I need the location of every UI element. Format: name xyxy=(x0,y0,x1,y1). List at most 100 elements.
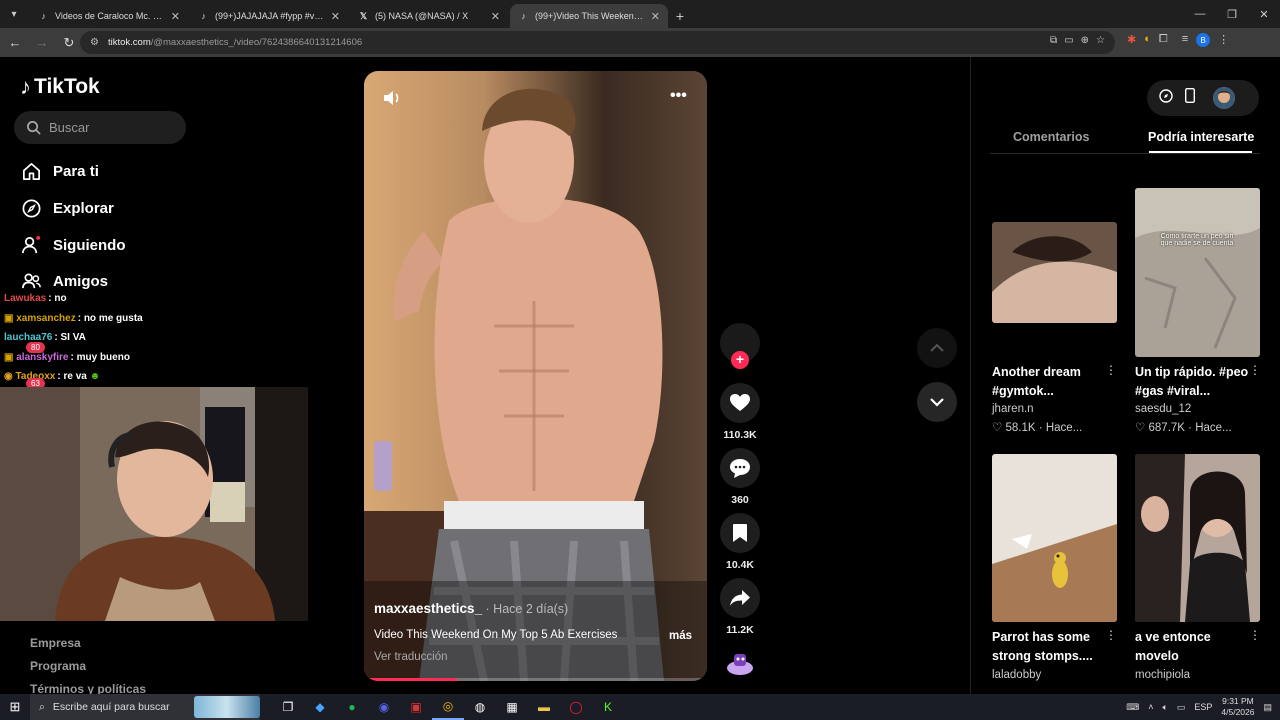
card-user[interactable]: jharen.n xyxy=(992,403,1034,415)
task-view-icon[interactable]: ❐ xyxy=(272,694,304,720)
card-title[interactable]: a ve entonce movelo xyxy=(1135,628,1245,666)
card-title[interactable]: Another dream #gymtok... xyxy=(992,363,1102,401)
sidebar-item-para-ti[interactable]: Para ti xyxy=(20,160,99,182)
media-icon[interactable]: ≡ xyxy=(1182,33,1188,47)
clock[interactable]: 9:31 PM 4/5/2026 xyxy=(1221,696,1254,718)
share-action[interactable]: 11.2K xyxy=(720,578,760,636)
video-thumbnail[interactable] xyxy=(1135,454,1260,622)
discord-icon[interactable]: ◉ xyxy=(368,694,400,720)
footer-link-empresa[interactable]: Empresa xyxy=(30,636,81,650)
next-video-button[interactable] xyxy=(917,382,957,422)
tab-comentarios[interactable]: Comentarios xyxy=(1013,130,1089,144)
cast-icon[interactable]: ▭ xyxy=(1064,35,1073,46)
opera-icon[interactable]: ◯ xyxy=(560,694,592,720)
like-action[interactable]: 110.3K xyxy=(720,383,760,441)
avatar[interactable] xyxy=(1213,87,1235,109)
chevron-up-icon[interactable]: ˄ xyxy=(1148,702,1153,712)
forward-icon[interactable]: → xyxy=(30,31,54,55)
obs-icon[interactable]: ◍ xyxy=(464,694,496,720)
close-icon[interactable]: ✕ xyxy=(331,10,340,23)
more-options-icon[interactable]: ⋮ xyxy=(1105,628,1117,642)
heart-icon[interactable] xyxy=(720,383,760,423)
search-icon xyxy=(27,121,41,135)
chat-text: : muy bueno xyxy=(70,351,130,363)
volume-icon[interactable]: 🔈︎ xyxy=(1162,702,1167,713)
video-thumbnail[interactable]: Como tirarte un peo sin que nadie se de … xyxy=(1135,188,1260,357)
close-icon[interactable]: ✕ xyxy=(171,10,180,23)
previous-video-button[interactable] xyxy=(917,328,957,368)
more-options-icon[interactable]: ••• xyxy=(670,87,687,105)
card-user[interactable]: laladobby xyxy=(992,669,1041,681)
browser-tab[interactable]: ♪ Videos de Caraloco Mc. (@cara ✕ xyxy=(30,4,188,28)
follow-plus-button[interactable]: + xyxy=(731,351,749,369)
new-tab-button[interactable]: + xyxy=(668,4,692,28)
spotify-icon[interactable]: ● xyxy=(336,694,368,720)
volume-icon[interactable] xyxy=(382,89,402,112)
card-user[interactable]: mochipiola xyxy=(1135,669,1190,681)
site-info-icon[interactable]: ⚙ xyxy=(90,37,99,48)
chrome-icon[interactable]: ◎ xyxy=(432,694,464,720)
profile-avatar[interactable]: B xyxy=(1196,33,1211,47)
menu-icon[interactable]: ⋮ xyxy=(1218,33,1229,47)
puzzle-icon[interactable]: ⧠ xyxy=(1159,33,1168,47)
kick-icon[interactable]: K xyxy=(592,694,624,720)
search-input[interactable] xyxy=(49,120,179,135)
address-bar[interactable]: ⚙ tiktok.com/@maxxaesthetics_/video/7624… xyxy=(80,31,1115,54)
search-box[interactable] xyxy=(14,111,186,144)
extension-icon[interactable]: ✱ xyxy=(1127,33,1136,47)
more-button[interactable]: más xyxy=(669,630,692,642)
sidebar-item-siguiendo[interactable]: Siguiendo xyxy=(20,234,126,256)
compass-icon[interactable] xyxy=(1159,88,1173,108)
windows-start-icon[interactable]: ⊞ xyxy=(0,699,30,715)
comment-icon[interactable] xyxy=(720,448,760,488)
close-icon[interactable]: ✕ xyxy=(491,10,500,23)
app-icon[interactable]: ▣ xyxy=(400,694,432,720)
video-thumbnail[interactable] xyxy=(992,454,1117,622)
browser-tab[interactable]: ♪ (99+)JAJAJAJA #fypp #viral #p ✕ xyxy=(190,4,348,28)
tab-podria-interesarte[interactable]: Podría interesarte xyxy=(1148,130,1280,144)
close-icon[interactable]: ✕ xyxy=(651,10,660,23)
restore-icon[interactable]: ❐ xyxy=(1216,0,1248,28)
folder-icon[interactable]: ▬ xyxy=(528,694,560,720)
tiktok-logo[interactable]: ♪ TikTok xyxy=(20,74,100,100)
translate-link[interactable]: Ver traducción xyxy=(374,651,448,663)
tab-search-button[interactable]: ▾ xyxy=(0,0,28,28)
footer-link-programa[interactable]: Programa xyxy=(30,659,86,673)
video-author[interactable]: maxxaesthetics_ · Hace 2 día(s) xyxy=(374,601,568,616)
back-icon[interactable]: ← xyxy=(3,31,27,55)
save-action[interactable]: 10.4K xyxy=(720,513,760,571)
minimize-icon[interactable]: — xyxy=(1184,0,1216,28)
language-indicator[interactable]: ESP xyxy=(1194,702,1212,712)
browser-tab-active[interactable]: ♪ (99+)Video This Weekend On M ✕ xyxy=(510,4,668,28)
card-title[interactable]: Parrot has some strong stomps.... xyxy=(992,628,1102,666)
capcut-icon[interactable]: ▦ xyxy=(496,694,528,720)
mobile-icon[interactable] xyxy=(1184,87,1196,108)
browser-tab[interactable]: 𝕏 (5) NASA (@NASA) / X ✕ xyxy=(350,4,508,28)
video-progress-bar[interactable] xyxy=(364,678,707,681)
video-player[interactable]: ••• maxxaesthetics_ · Hace 2 día(s) Vide… xyxy=(364,71,707,681)
share-icon[interactable] xyxy=(720,578,760,618)
card-user[interactable]: saesdu_12 xyxy=(1135,403,1191,415)
keyboard-icon[interactable]: ⌨ xyxy=(1126,702,1139,713)
video-thumbnail[interactable] xyxy=(992,222,1117,323)
notification-icon[interactable]: ▤ xyxy=(1263,702,1272,713)
card-title[interactable]: Un tip rápido. #peo #gas #viral... xyxy=(1135,363,1250,401)
bookmark-icon[interactable] xyxy=(720,513,760,553)
close-window-icon[interactable]: ✕ xyxy=(1248,0,1280,28)
bookmark-star-icon[interactable]: ☆ xyxy=(1096,35,1105,46)
translate-icon[interactable]: ⧉ xyxy=(1050,35,1057,46)
header-actions xyxy=(1147,80,1259,116)
more-options-icon[interactable]: ⋮ xyxy=(1249,363,1261,377)
copilot-icon[interactable]: ◆ xyxy=(304,694,336,720)
zoom-icon[interactable]: ⊕ xyxy=(1081,35,1089,46)
more-options-icon[interactable]: ⋮ xyxy=(1105,363,1117,377)
comment-action[interactable]: 360 xyxy=(720,448,760,506)
music-disc-icon[interactable] xyxy=(726,652,754,676)
sidebar-item-explorar[interactable]: Explorar xyxy=(20,197,114,219)
network-icon[interactable]: ▭ xyxy=(1177,702,1186,713)
footer-link-terminos[interactable]: Términos y políticas xyxy=(30,682,146,694)
extension-icon[interactable]: ◐ xyxy=(1144,33,1151,47)
more-options-icon[interactable]: ⋮ xyxy=(1249,628,1261,642)
reload-icon[interactable]: ↻ xyxy=(57,31,81,55)
taskbar-search[interactable]: ⌕ Escribe aquí para buscar xyxy=(30,694,260,720)
